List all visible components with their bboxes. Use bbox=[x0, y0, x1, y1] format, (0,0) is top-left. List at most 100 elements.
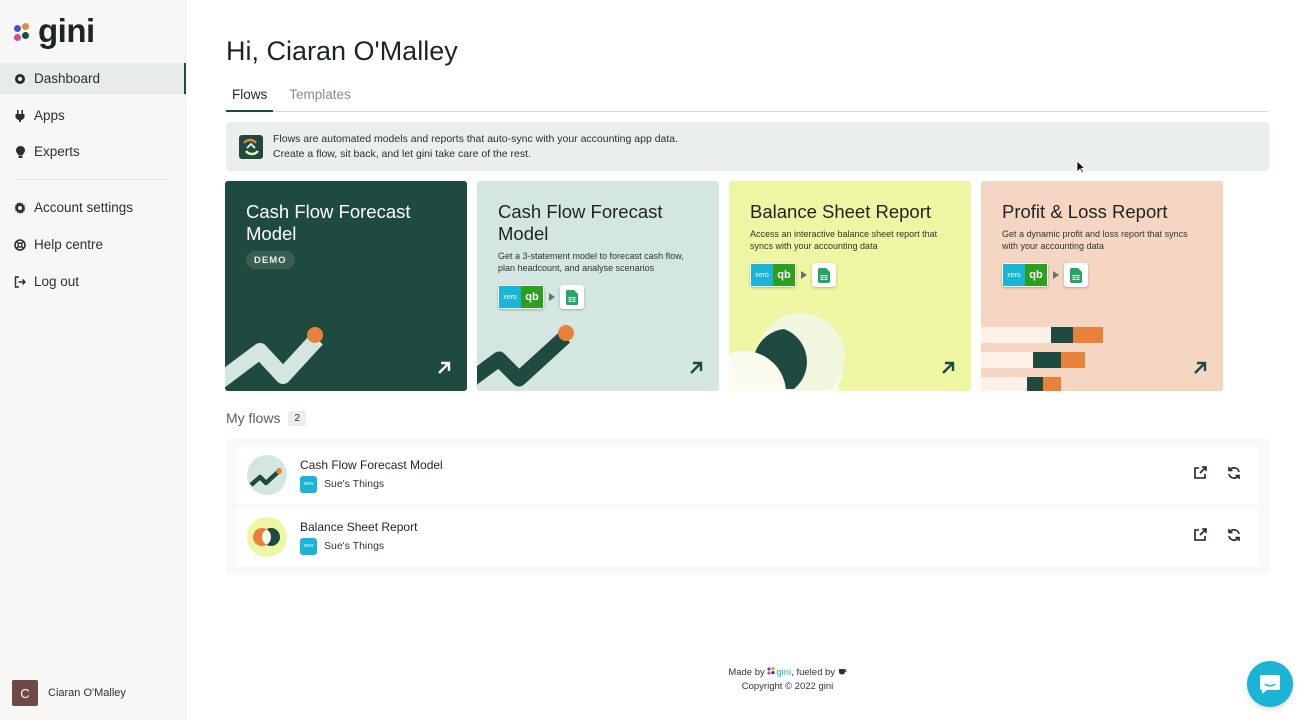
logout-icon bbox=[14, 275, 26, 288]
info-text: Flows are automated models and reports t… bbox=[273, 132, 678, 162]
gini-logo[interactable]: gini bbox=[14, 14, 95, 47]
card-title: Profit & Loss Report bbox=[1002, 201, 1168, 222]
avatar: C bbox=[12, 680, 38, 706]
bars-illustration bbox=[981, 327, 1103, 391]
page-title: Hi, Ciaran O'Malley bbox=[226, 36, 458, 66]
quickbooks-icon: qb bbox=[1025, 264, 1047, 286]
card-description: Access an interactive balance sheet repo… bbox=[750, 229, 938, 251]
made-by-text: Made by bbox=[728, 667, 765, 678]
target-icon bbox=[14, 73, 26, 85]
sidebar-item-apps[interactable]: Apps bbox=[0, 100, 186, 131]
quickbooks-icon: qb bbox=[521, 286, 543, 308]
flow-details: Cash Flow Forecast Model xero Sue's Thin… bbox=[300, 458, 443, 493]
card-title: Balance Sheet Report bbox=[750, 201, 932, 222]
my-flows-list: Cash Flow Forecast Model xero Sue's Thin… bbox=[226, 438, 1269, 574]
my-flows-title: My flows bbox=[226, 410, 281, 426]
flow-org: xero Sue's Things bbox=[300, 537, 417, 555]
lightbulb-icon bbox=[14, 145, 26, 158]
card-title: Cash Flow Forecast Model bbox=[498, 201, 663, 244]
lifebuoy-icon bbox=[14, 238, 26, 251]
org-name: Sue's Things bbox=[324, 478, 385, 490]
circles-illustration bbox=[729, 313, 845, 391]
card-balance-sheet[interactable]: Balance Sheet Report Access an interacti… bbox=[729, 181, 971, 391]
user-profile[interactable]: C Ciaran O'Malley bbox=[12, 680, 126, 706]
mouse-cursor-icon bbox=[1076, 160, 1086, 174]
footer-gini-link[interactable]: gini bbox=[767, 667, 791, 678]
primary-nav: Dashboard Apps Experts bbox=[0, 63, 186, 167]
footer: Made by gini, fueled by Copyright © 2022… bbox=[226, 666, 1305, 694]
quickbooks-icon: qb bbox=[773, 264, 795, 286]
tab-flows[interactable]: Flows bbox=[226, 84, 274, 112]
xero-icon: xero bbox=[499, 286, 521, 308]
sidebar-item-account-settings[interactable]: Account settings bbox=[0, 192, 186, 223]
user-name: Ciaran O'Malley bbox=[48, 687, 126, 699]
card-title: Cash Flow Forecast Model bbox=[246, 201, 411, 244]
footer-credit: Made by gini, fueled by bbox=[226, 666, 1305, 680]
list-item[interactable]: Balance Sheet Report xero Sue's Things bbox=[236, 508, 1259, 566]
my-flows-heading: My flows 2 bbox=[226, 410, 307, 426]
tab-templates[interactable]: Templates bbox=[283, 84, 357, 112]
template-cards: Cash Flow Forecast Model DEMO Cash Flow … bbox=[225, 181, 1223, 391]
arrow-up-right-icon bbox=[438, 361, 451, 374]
footer-brand: gini bbox=[776, 667, 792, 678]
accounting-apps: xero qb bbox=[750, 263, 796, 287]
info-line-1: Flows are automated models and reports t… bbox=[273, 132, 679, 145]
trend-line-illustration bbox=[477, 325, 574, 387]
secondary-nav: Account settings Help centre Log out bbox=[0, 192, 186, 297]
flow-actions bbox=[1193, 528, 1241, 542]
integration-chips: xero qb bbox=[498, 285, 584, 309]
chat-bubble-icon bbox=[1260, 675, 1280, 694]
play-arrow-icon bbox=[801, 271, 807, 279]
chat-launcher-button[interactable] bbox=[1247, 661, 1293, 707]
sidebar-item-dashboard[interactable]: Dashboard bbox=[0, 63, 186, 94]
info-banner: Flows are automated models and reports t… bbox=[226, 122, 1269, 171]
accounting-apps: xero qb bbox=[1002, 263, 1048, 287]
cash-flow-thumbnail-icon bbox=[247, 455, 287, 495]
sidebar-item-experts[interactable]: Experts bbox=[0, 136, 186, 167]
xero-icon: xero bbox=[751, 264, 773, 286]
trend-line-illustration bbox=[225, 327, 323, 388]
refresh-icon[interactable] bbox=[1227, 466, 1241, 480]
flow-icon bbox=[239, 134, 263, 159]
nav-divider bbox=[14, 179, 170, 180]
flow-org: xero Sue's Things bbox=[300, 475, 443, 493]
play-arrow-icon bbox=[1053, 271, 1059, 279]
xero-icon: xero bbox=[300, 475, 317, 493]
sidebar-item-label: Help centre bbox=[34, 237, 104, 252]
card-cash-flow-demo[interactable]: Cash Flow Forecast Model DEMO bbox=[225, 181, 467, 391]
sidebar-item-label: Apps bbox=[34, 108, 65, 123]
google-sheets-icon bbox=[1064, 263, 1088, 287]
card-cash-flow-forecast[interactable]: Cash Flow Forecast Model Get a 3-stateme… bbox=[477, 181, 719, 391]
sidebar-item-log-out[interactable]: Log out bbox=[0, 266, 186, 297]
arrow-up-right-icon bbox=[1194, 361, 1207, 374]
list-item[interactable]: Cash Flow Forecast Model xero Sue's Thin… bbox=[236, 446, 1259, 504]
sidebar-item-help-centre[interactable]: Help centre bbox=[0, 229, 186, 260]
balance-sheet-thumbnail-icon bbox=[247, 517, 287, 557]
fueled-by-text: , fueled by bbox=[791, 667, 836, 678]
arrow-up-right-icon bbox=[690, 361, 703, 374]
xero-icon: xero bbox=[1003, 264, 1025, 286]
coffee-cup-icon bbox=[838, 669, 847, 675]
card-profit-loss[interactable]: Profit & Loss Report Get a dynamic profi… bbox=[981, 181, 1223, 391]
plug-icon bbox=[14, 109, 26, 122]
open-external-icon[interactable] bbox=[1193, 528, 1207, 542]
sidebar-item-label: Log out bbox=[34, 274, 80, 289]
sidebar-item-label: Experts bbox=[34, 144, 80, 159]
sidebar-item-label: Dashboard bbox=[34, 71, 101, 86]
org-name: Sue's Things bbox=[324, 540, 385, 552]
google-sheets-icon bbox=[560, 285, 584, 309]
integration-chips: xero qb bbox=[750, 263, 836, 287]
refresh-icon[interactable] bbox=[1227, 528, 1241, 542]
sidebar: gini Dashboard Apps Experts Account sett… bbox=[0, 0, 186, 720]
demo-badge: DEMO bbox=[246, 251, 295, 269]
copyright: Copyright © 2022 gini bbox=[741, 681, 834, 692]
open-external-icon[interactable] bbox=[1193, 466, 1207, 480]
card-description: Get a 3-statement model to forecast cash… bbox=[498, 251, 684, 273]
info-line-2: Create a flow, sit back, and let gini ta… bbox=[273, 147, 531, 160]
xero-icon: xero bbox=[300, 537, 317, 555]
gear-icon bbox=[14, 201, 26, 214]
flow-name: Balance Sheet Report bbox=[300, 519, 418, 534]
tab-bar: Flows Templates bbox=[226, 84, 1269, 112]
integration-chips: xero qb bbox=[1002, 263, 1088, 287]
play-arrow-icon bbox=[549, 293, 555, 301]
